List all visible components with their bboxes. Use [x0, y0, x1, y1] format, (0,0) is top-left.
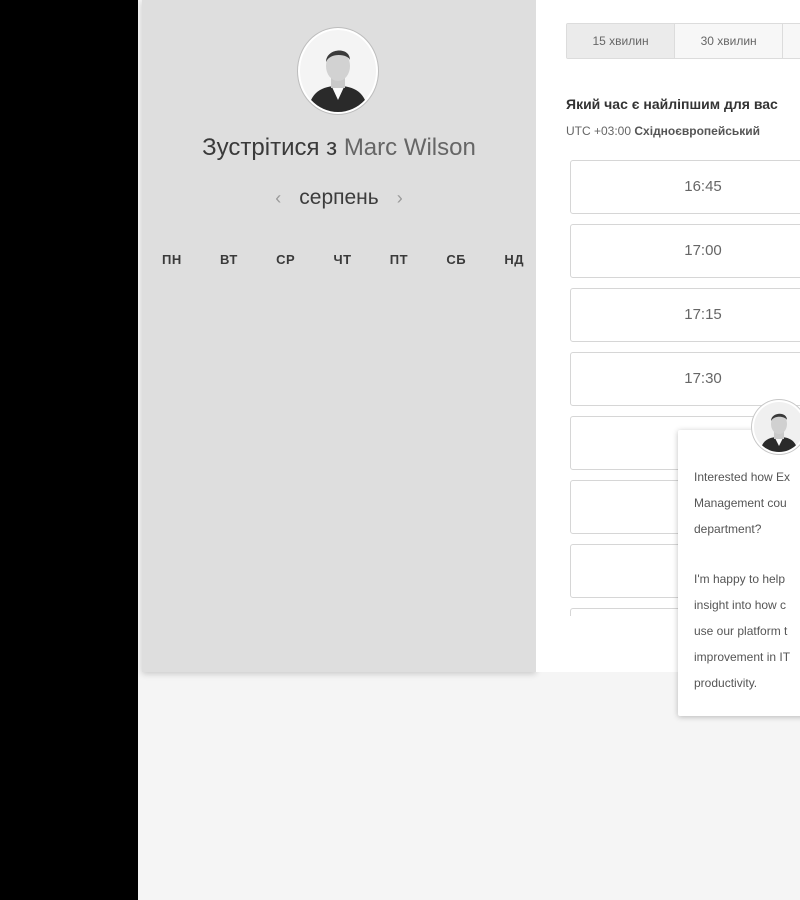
weekday-fri: ПТ — [389, 252, 409, 267]
slot-time: 17:30 — [684, 370, 722, 387]
chat-message: Interested how Ex Management cou departm… — [694, 464, 800, 696]
current-month: серпень — [299, 186, 379, 209]
title-prefix: Зустрітися з — [202, 134, 338, 161]
weekday-wed: СР — [276, 252, 296, 267]
chat-line: use our platform t — [694, 624, 788, 638]
chat-line: insight into how c — [694, 598, 787, 612]
timezone-label: UTC +03:00 Східноєвропейський — [566, 124, 760, 138]
duration-option-more[interactable] — [783, 24, 800, 58]
slot-time: 17:00 — [684, 242, 722, 259]
chevron-left-icon[interactable]: ‹ — [275, 188, 281, 209]
person-icon — [300, 30, 376, 112]
slot-time: 17:15 — [684, 306, 722, 323]
chat-line: Interested how Ex — [694, 470, 791, 484]
chat-line: I'm happy to help — [694, 572, 786, 586]
weekday-sun: НД — [504, 252, 524, 267]
chat-line: productivity. — [694, 676, 758, 690]
time-slot[interactable]: 16:45 — [570, 160, 800, 214]
time-slot[interactable]: 17:30 — [570, 352, 800, 406]
weekday-sat: СБ — [446, 252, 467, 267]
duration-option-15[interactable]: 15 хвилин — [567, 24, 676, 58]
person-icon — [754, 402, 800, 452]
weekday-thu: ЧТ — [333, 252, 352, 267]
slot-time: 16:45 — [684, 178, 722, 195]
duration-selector: 15 хвилин 30 хвилин — [566, 23, 800, 59]
host-name: Marc Wilson — [343, 134, 476, 161]
meeting-title: Зустрітися з Marc Wilson — [142, 134, 536, 162]
duration-option-30[interactable]: 30 хвилин — [675, 24, 784, 58]
time-slot[interactable]: 17:15 — [570, 288, 800, 342]
chat-avatar[interactable] — [754, 402, 800, 452]
timezone-offset: UTC +03:00 — [566, 124, 632, 138]
weekday-header: ПН ВТ СР ЧТ ПТ СБ НД — [142, 252, 536, 267]
chevron-right-icon[interactable]: › — [397, 188, 403, 209]
weekday-tue: ВТ — [220, 252, 238, 267]
chat-line: improvement in IT — [694, 650, 791, 664]
time-slot[interactable]: 17:00 — [570, 224, 800, 278]
timezone-name: Східноєвропейський — [634, 124, 761, 138]
chat-line: department? — [694, 522, 762, 536]
time-question: Який час є найліпшим для вас — [566, 96, 778, 112]
weekday-mon: ПН — [162, 252, 182, 267]
month-navigation: ‹ серпень › — [142, 186, 536, 210]
host-avatar — [300, 30, 376, 112]
chat-line: Management cou — [694, 496, 787, 510]
